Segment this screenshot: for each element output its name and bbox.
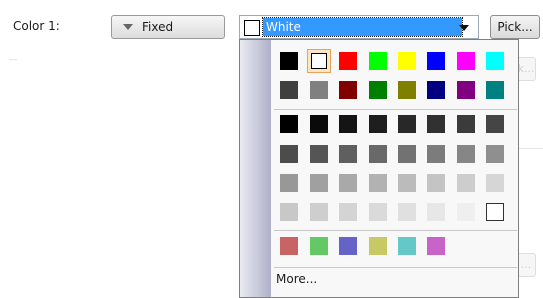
gray-swatch[interactable] (398, 203, 416, 221)
custom-color-swatch[interactable] (369, 237, 387, 255)
background-divider (9, 59, 17, 60)
custom-color-swatch[interactable] (310, 237, 328, 255)
color-swatch[interactable] (398, 52, 416, 70)
color-swatch[interactable] (339, 81, 357, 99)
gray-swatch[interactable] (427, 145, 445, 163)
custom-color-swatch[interactable] (427, 237, 445, 255)
gray-swatch[interactable] (369, 203, 387, 221)
gray-swatch[interactable] (486, 115, 504, 133)
color-1-label: Color 1: (13, 19, 60, 33)
custom-color-swatch[interactable] (339, 237, 357, 255)
gray-swatch[interactable] (398, 145, 416, 163)
color-swatch[interactable] (486, 81, 504, 99)
color-swatch[interactable] (369, 81, 387, 99)
color-swatch[interactable] (486, 52, 504, 70)
gray-swatch[interactable] (339, 174, 357, 192)
palette-separator (274, 109, 517, 110)
custom-color-swatch[interactable] (398, 237, 416, 255)
color-swatch-selected[interactable] (307, 49, 331, 73)
gray-swatch[interactable] (339, 203, 357, 221)
gray-swatch[interactable] (486, 174, 504, 192)
custom-color-swatch[interactable] (280, 237, 298, 255)
color-swatch[interactable] (427, 81, 445, 99)
gray-swatch[interactable] (369, 145, 387, 163)
color-palette-popup (239, 39, 519, 298)
gray-swatch[interactable] (427, 174, 445, 192)
gray-swatch[interactable] (310, 115, 328, 133)
gray-swatch[interactable] (339, 145, 357, 163)
selected-color-name: White (262, 17, 463, 37)
palette-separator (274, 230, 517, 231)
popup-gutter (240, 40, 271, 297)
gray-swatch[interactable] (457, 174, 475, 192)
gray-swatch[interactable] (280, 174, 298, 192)
background-button-partial: ... (516, 253, 536, 277)
gray-swatch[interactable] (310, 145, 328, 163)
color-mode-label: Fixed (142, 20, 174, 34)
color-swatch[interactable] (310, 81, 328, 99)
color-swatch[interactable] (280, 52, 298, 70)
gray-swatch[interactable] (280, 115, 298, 133)
pick-color-button[interactable]: Pick... (490, 15, 540, 39)
gray-swatch[interactable] (310, 174, 328, 192)
gray-swatch[interactable] (398, 115, 416, 133)
color-swatch[interactable] (457, 52, 475, 70)
gray-swatch[interactable] (486, 203, 504, 221)
gray-swatch[interactable] (369, 174, 387, 192)
palette-separator (274, 267, 517, 268)
selected-color-swatch (244, 20, 260, 36)
color-swatch[interactable] (339, 52, 357, 70)
gray-swatch[interactable] (280, 145, 298, 163)
combobox-arrow-icon[interactable] (459, 25, 469, 31)
color-swatch[interactable] (427, 52, 445, 70)
background-button-partial: k... (516, 57, 536, 81)
gray-swatch[interactable] (457, 115, 475, 133)
color-swatch[interactable] (457, 81, 475, 99)
gray-swatch[interactable] (486, 145, 504, 163)
color-swatch[interactable] (280, 81, 298, 99)
color-mode-dropdown-button[interactable]: Fixed (111, 15, 225, 39)
gray-swatch[interactable] (457, 203, 475, 221)
color-swatch[interactable] (398, 81, 416, 99)
gray-swatch[interactable] (427, 203, 445, 221)
gray-swatch[interactable] (427, 115, 445, 133)
gray-swatch[interactable] (398, 174, 416, 192)
gray-swatch[interactable] (457, 145, 475, 163)
dropdown-arrow-icon (123, 24, 133, 30)
background-divider (519, 148, 543, 149)
gray-swatch[interactable] (369, 115, 387, 133)
more-colors-item[interactable]: More... (276, 272, 317, 286)
gray-swatch[interactable] (339, 115, 357, 133)
gray-swatch[interactable] (280, 203, 298, 221)
gray-swatch[interactable] (310, 203, 328, 221)
color-combobox[interactable]: White (239, 15, 479, 39)
color-swatch[interactable] (369, 52, 387, 70)
